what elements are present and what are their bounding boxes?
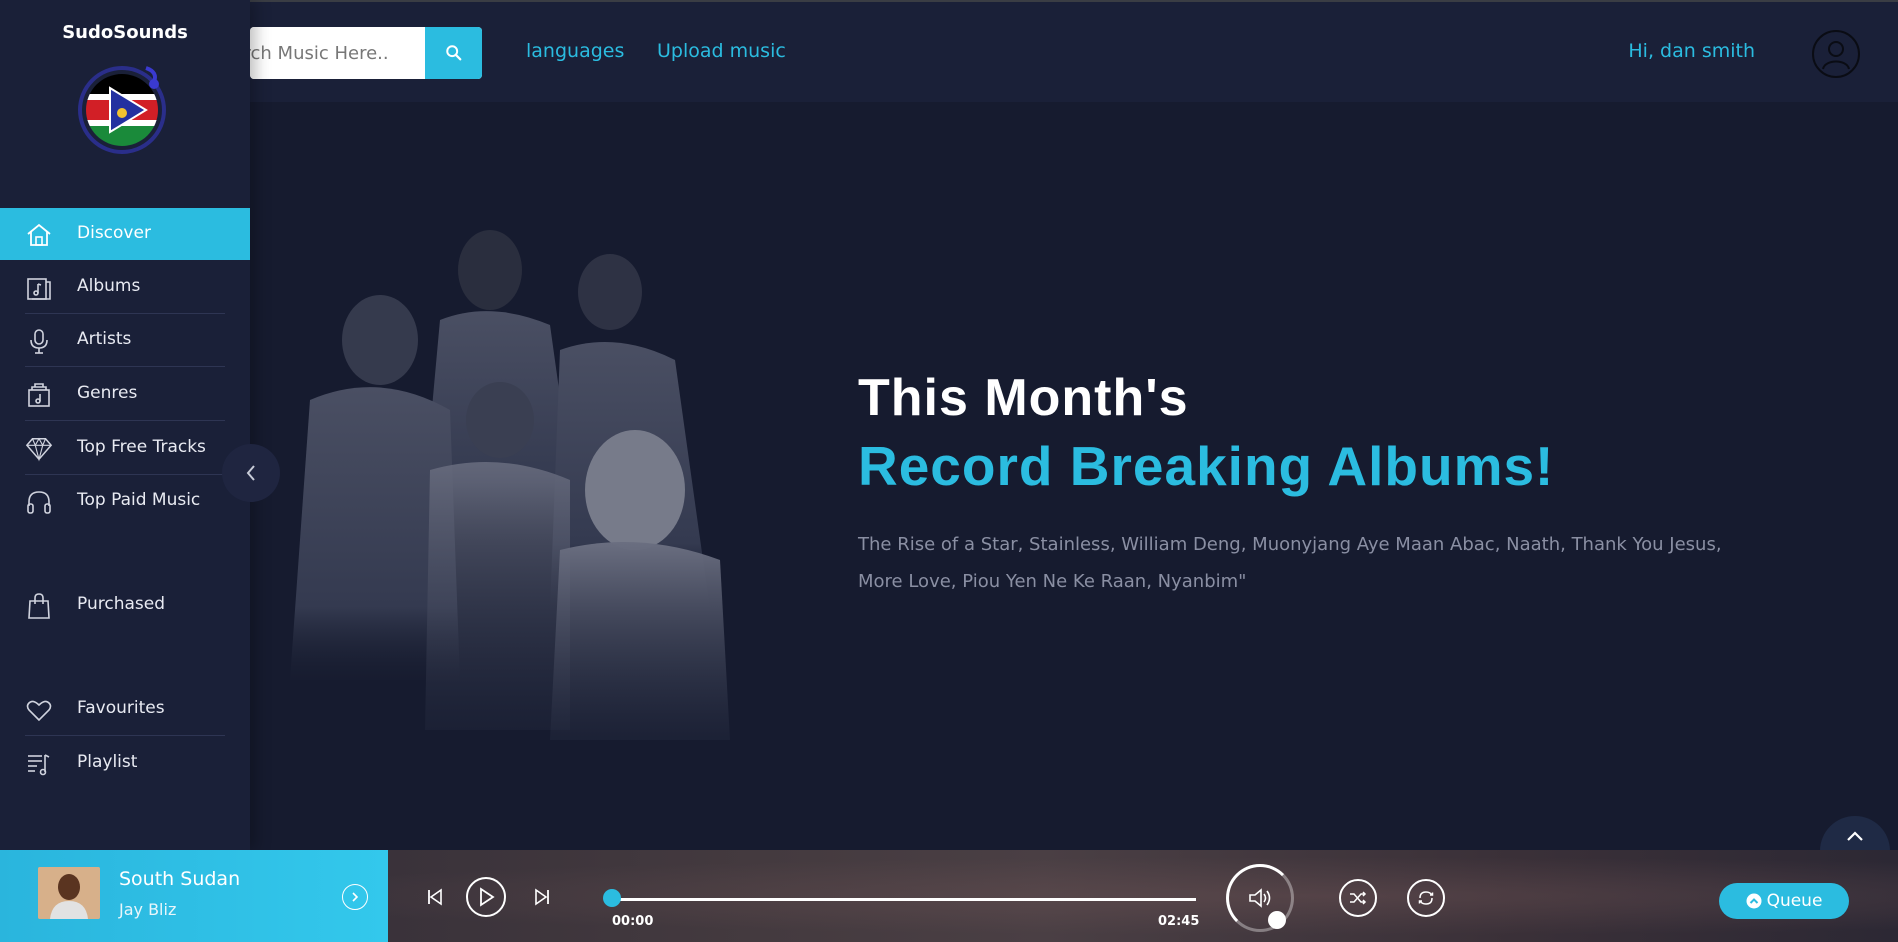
album-icon [25,274,53,302]
track-details-button[interactable] [342,884,368,910]
sidebar-item-label: Artists [77,329,132,349]
user-icon [1822,41,1850,70]
sidebar-item-favourites[interactable]: Favourites [0,683,250,735]
chevron-right-icon [352,892,359,902]
sidebar-item-playlist[interactable]: Playlist [0,737,250,789]
top-header: languages Upload music Hi, dan smith [0,2,1898,102]
sidebar-item-discover[interactable]: Discover [0,208,250,260]
chevron-left-icon [246,465,255,481]
chevron-up-icon [1847,831,1863,841]
sidebar-item-purchased[interactable]: Purchased [0,579,250,631]
genre-icon [25,381,53,409]
sidebar-item-label: Favourites [77,698,165,718]
sidebar-item-label: Playlist [77,752,138,772]
track-title: South Sudan [119,868,241,890]
track-artist: Jay Bliz [119,900,177,919]
hero-description: The Rise of a Star, Stainless, William D… [858,534,1722,592]
home-icon [25,221,53,249]
sidebar-item-label: Albums [77,276,141,296]
sidebar-item-top-paid-music[interactable]: Top Paid Music [0,475,250,527]
sidebar-collapse-button[interactable] [222,444,280,502]
brand-name: SudoSounds [62,22,188,43]
nav-languages-link[interactable]: languages [526,40,624,62]
repeat-icon [1418,891,1434,905]
sidebar-item-top-free-tracks[interactable]: Top Free Tracks [0,422,250,474]
sidebar-divider [25,366,225,367]
hero-artists-image [290,230,730,740]
diamond-icon [25,435,53,463]
shopping-bag-icon [25,592,53,620]
sidebar-item-genres[interactable]: Genres [0,368,250,420]
skip-forward-icon [535,888,549,906]
user-greeting[interactable]: Hi, dan smith [1628,40,1755,62]
sidebar: SudoSounds Discover Albums Artists Genre… [0,0,250,850]
headphones-icon [25,488,53,516]
skip-back-icon [428,888,442,906]
progress-knob[interactable] [603,889,621,907]
shuffle-button[interactable] [1339,879,1377,917]
hero-title-line2: Record Breaking Albums! [858,435,1555,497]
repeat-button[interactable] [1407,879,1445,917]
now-playing-panel: South Sudan Jay Bliz [0,850,388,942]
volume-knob[interactable] [1268,911,1286,929]
chevron-up-circle-icon [1746,893,1762,909]
sidebar-divider [25,735,225,736]
microphone-icon [25,327,53,355]
search-box [250,27,482,79]
search-icon [445,45,461,61]
sidebar-item-label: Top Free Tracks [77,437,206,457]
hero-title-line1: This Month's [858,369,1189,427]
next-track-button[interactable] [531,886,553,908]
play-button[interactable] [466,877,506,917]
track-thumbnail [38,867,100,919]
shuffle-icon [1350,891,1367,905]
duration-time: 02:45 [1158,914,1200,929]
sidebar-item-label: Discover [77,223,151,243]
volume-icon [1249,888,1271,908]
queue-button[interactable]: Queue [1719,883,1849,919]
sidebar-item-albums[interactable]: Albums [0,261,250,313]
current-time: 00:00 [612,914,654,929]
playlist-icon [25,750,53,778]
progress-bar[interactable] [612,898,1196,901]
logo-icon[interactable] [74,58,170,154]
sidebar-item-label: Top Paid Music [77,490,201,510]
previous-track-button[interactable] [424,886,446,908]
search-input[interactable] [250,27,425,79]
search-button[interactable] [425,27,482,79]
play-icon [480,887,495,907]
sidebar-item-label: Purchased [77,594,165,614]
sidebar-item-label: Genres [77,383,138,403]
nav-upload-music-link[interactable]: Upload music [657,40,786,62]
queue-label: Queue [1766,891,1823,911]
user-avatar[interactable] [1812,30,1860,78]
heart-icon [25,696,53,724]
sidebar-item-artists[interactable]: Artists [0,314,250,366]
sidebar-divider [25,420,225,421]
